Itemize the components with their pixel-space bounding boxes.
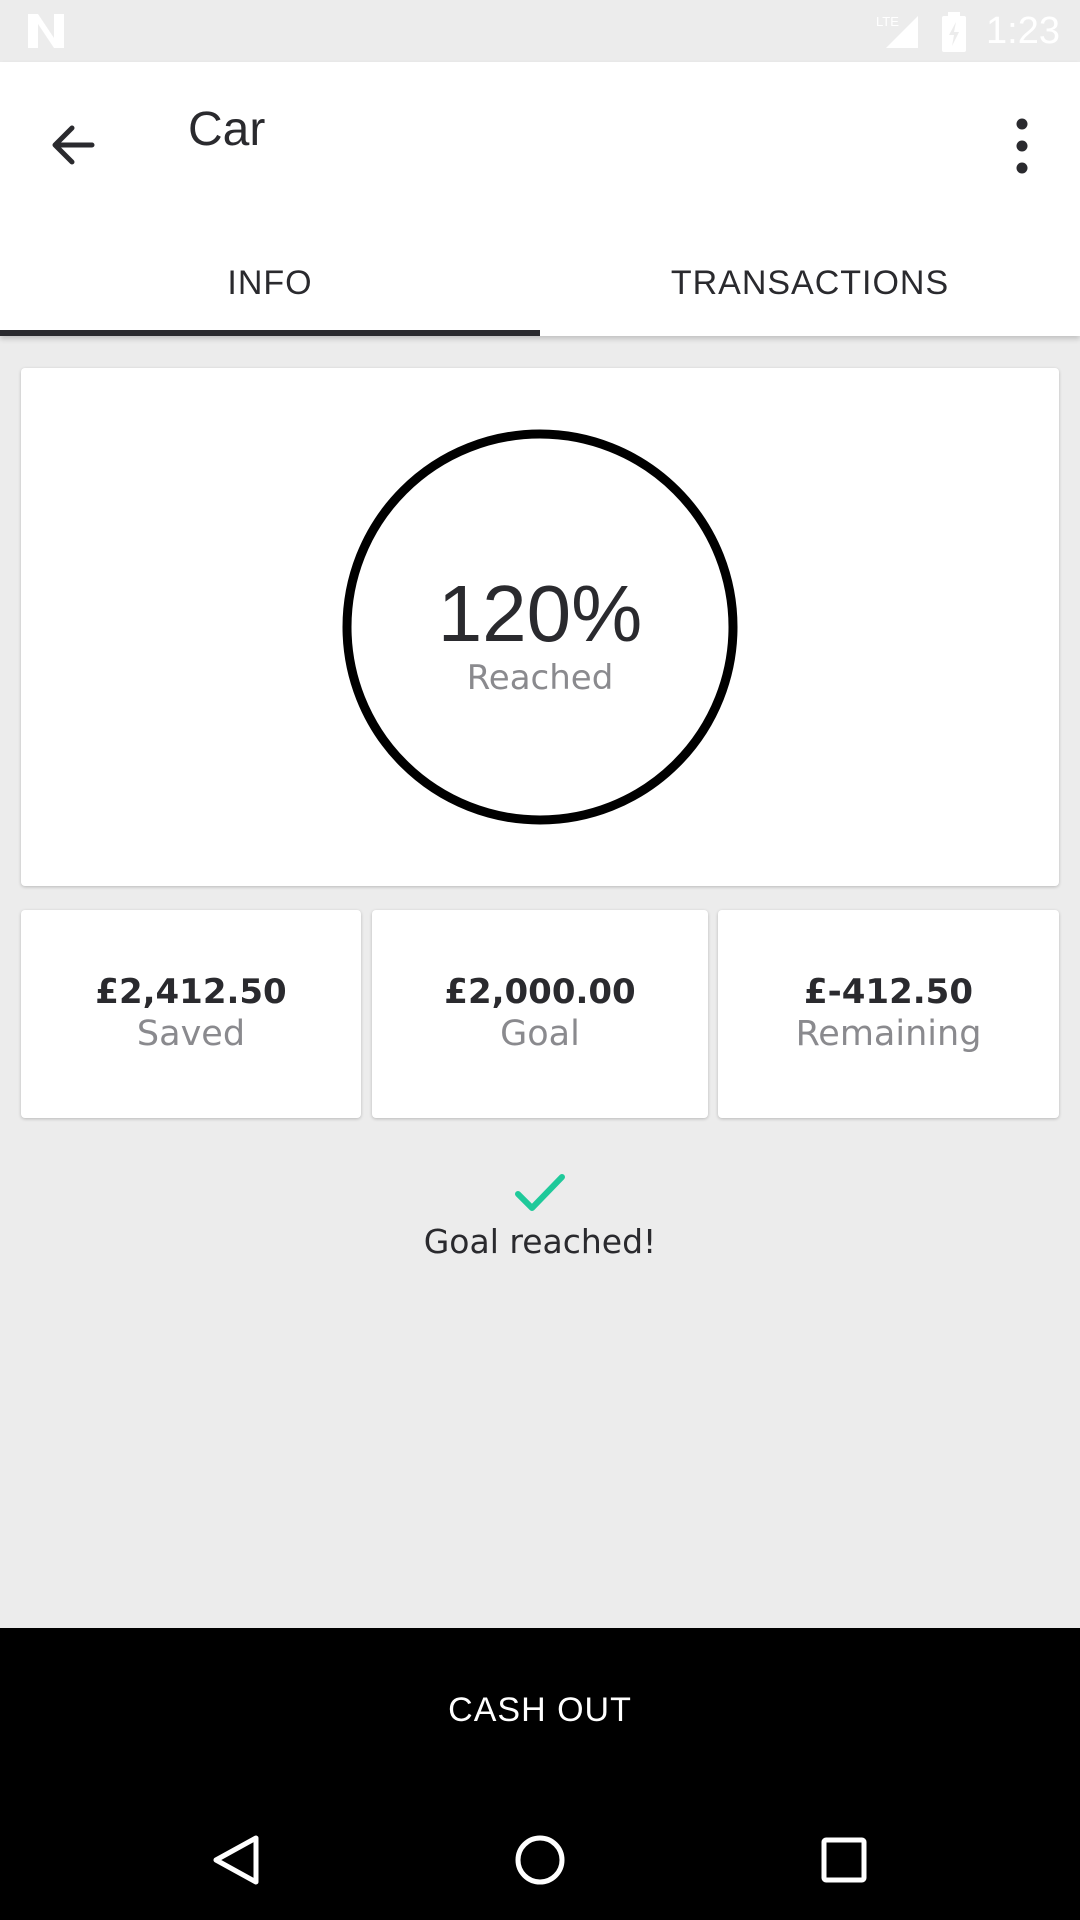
progress-card: 120% Reached xyxy=(21,368,1059,886)
more-vert-icon xyxy=(1016,118,1028,174)
remaining-stat-card: £-412.50 Remaining xyxy=(718,910,1059,1118)
back-button[interactable] xyxy=(40,110,110,180)
tab-transactions[interactable]: TRANSACTIONS xyxy=(540,230,1080,336)
saved-amount: £2,412.50 xyxy=(95,972,287,1012)
app-bar: Car INFO TRANSACTIONS xyxy=(0,62,1080,336)
saved-label: Saved xyxy=(136,1014,246,1054)
remaining-amount: £-412.50 xyxy=(804,972,973,1012)
remaining-label: Remaining xyxy=(795,1014,982,1054)
status-bar: LTE 1:23 xyxy=(0,0,1080,62)
cash-out-button[interactable]: CASH OUT xyxy=(0,1628,1080,1792)
tab-info[interactable]: INFO xyxy=(0,230,540,336)
nav-back-icon xyxy=(213,1835,259,1885)
progress-percent: 120% xyxy=(437,569,643,658)
goal-label: Goal xyxy=(500,1014,580,1054)
lte-signal-icon: LTE xyxy=(876,14,918,48)
page-title: Car xyxy=(188,103,266,156)
battery-charging-icon xyxy=(942,12,966,52)
arrow-back-icon xyxy=(52,125,95,165)
status-time: 1:23 xyxy=(986,10,1060,52)
svg-text:LTE: LTE xyxy=(876,14,899,29)
tab-selection-indicator xyxy=(0,330,540,336)
system-nav-bar xyxy=(0,1792,1080,1920)
more-options-button[interactable] xyxy=(996,110,1048,182)
notification-n-icon xyxy=(28,14,64,48)
saved-stat-card: £2,412.50 Saved xyxy=(21,910,361,1118)
nav-recents-icon xyxy=(821,1837,867,1883)
goal-reached-message: Goal reached! xyxy=(423,1222,657,1261)
goal-stat-card: £2,000.00 Goal xyxy=(372,910,708,1118)
goal-amount: £2,000.00 xyxy=(444,972,636,1012)
nav-home-button[interactable] xyxy=(492,1812,588,1908)
nav-home-icon xyxy=(515,1835,565,1885)
checkmark-icon xyxy=(515,1174,565,1211)
nav-recents-button[interactable] xyxy=(796,1812,892,1908)
nav-back-button[interactable] xyxy=(188,1812,284,1908)
progress-label: Reached xyxy=(466,658,614,698)
